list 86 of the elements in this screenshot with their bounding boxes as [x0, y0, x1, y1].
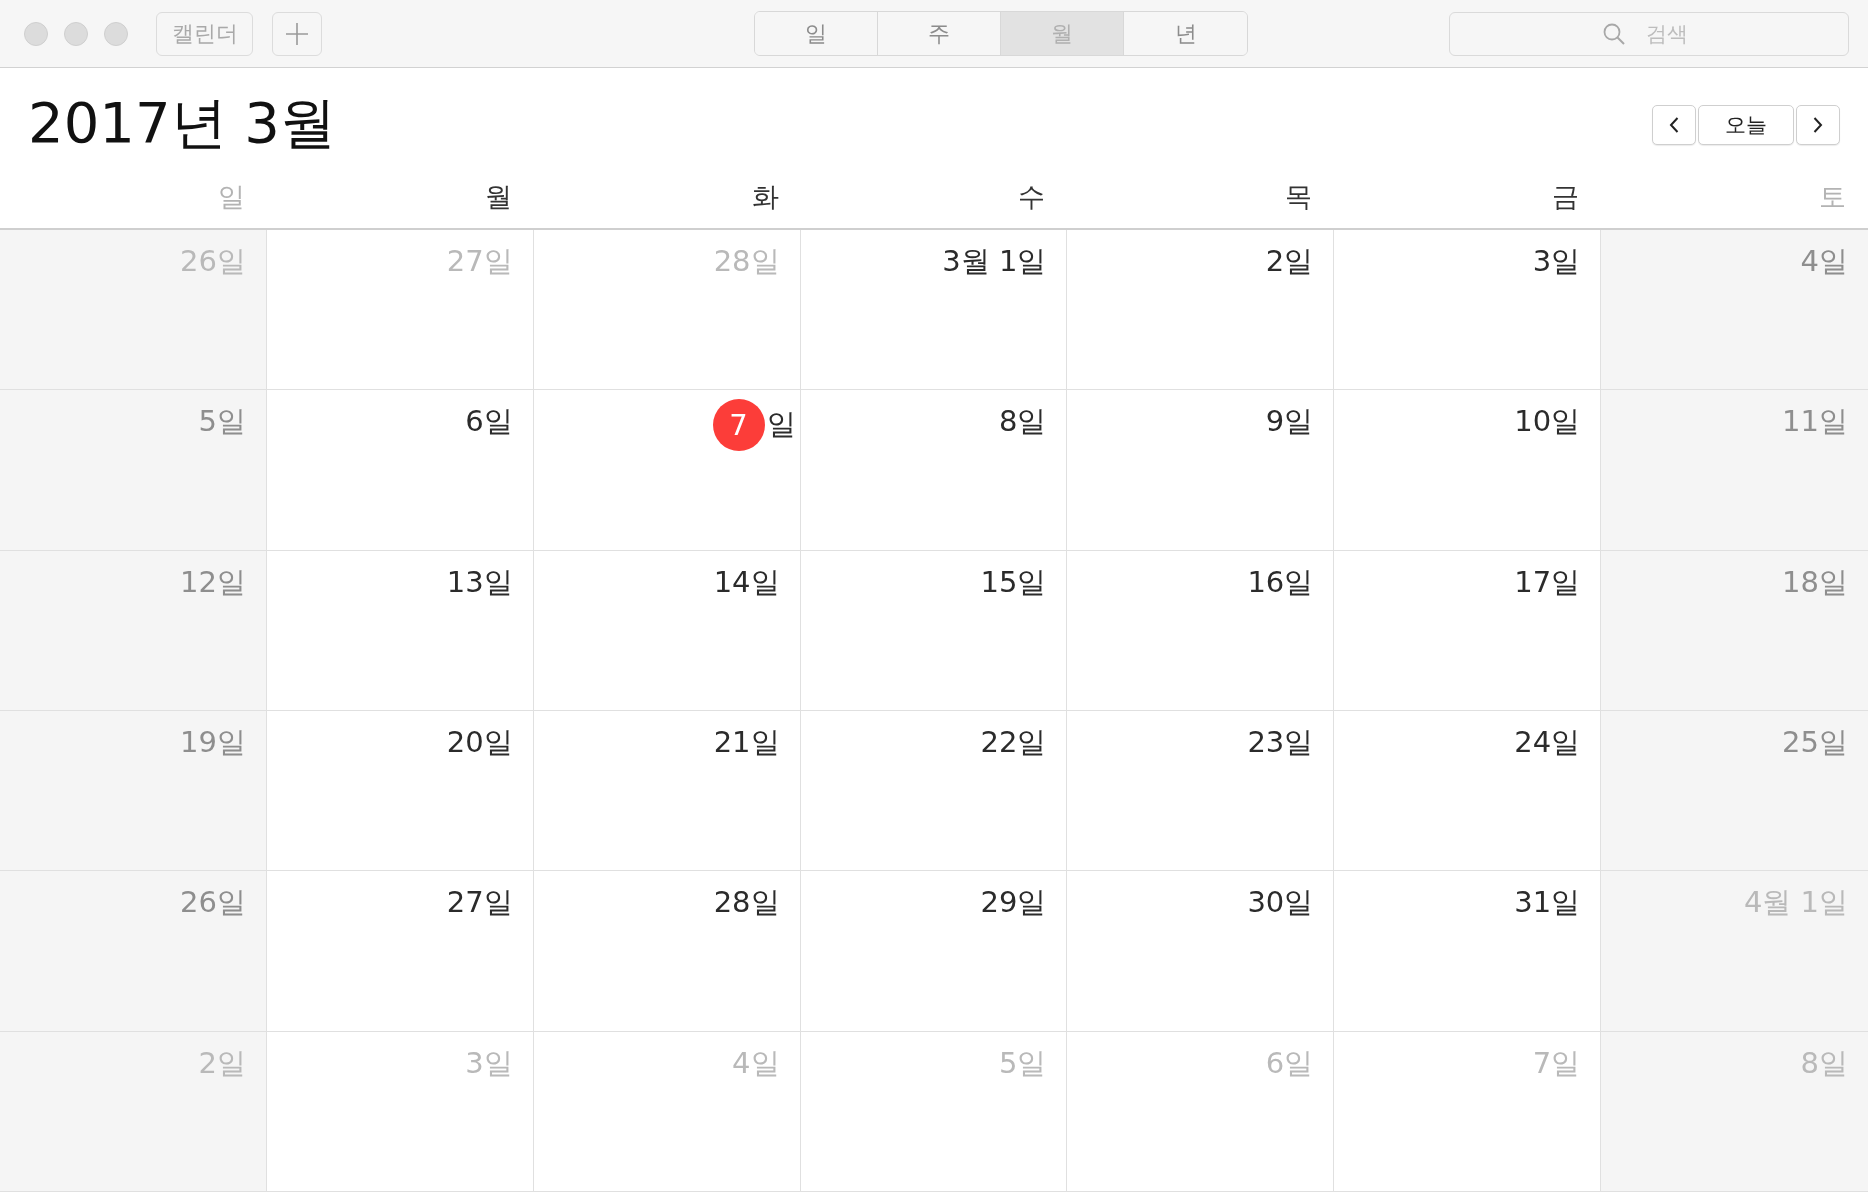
day-cell[interactable]: 22일 [800, 711, 1068, 872]
day-cell[interactable]: 17일 [1334, 550, 1602, 711]
day-number: 28일 [713, 243, 780, 280]
day-cell[interactable]: 29일 [800, 871, 1068, 1032]
chevron-left-icon [1669, 117, 1679, 133]
window-control-button[interactable] [104, 21, 128, 46]
day-number: 5일 [198, 403, 246, 441]
day-number: 19일 [179, 724, 246, 761]
day-number: 31일 [1514, 884, 1581, 922]
day-number: 29일 [980, 884, 1047, 922]
day-number: 2일 [198, 1044, 246, 1082]
day-number: 4일 [732, 1044, 780, 1082]
day-cell[interactable]: 23일 [1067, 711, 1335, 872]
weekday-label: 월 [484, 180, 512, 214]
day-number: 27일 [446, 243, 513, 280]
day-cell[interactable]: 27일 [266, 871, 534, 1032]
day-cell[interactable]: 28일 [533, 871, 801, 1032]
weekday-label: 일 [217, 180, 245, 214]
add-button[interactable] [272, 11, 322, 56]
day-number: 6일 [465, 403, 513, 441]
day-number: 10일 [1514, 403, 1581, 441]
day-number: 15일 [980, 563, 1047, 601]
day-number: 3일 [465, 1044, 513, 1082]
day-number: 9일 [1265, 403, 1314, 441]
day-number: 5일 [998, 1044, 1047, 1082]
day-number: 4월 1일 [1743, 884, 1848, 922]
day-cell[interactable]: 31일 [1334, 871, 1602, 1032]
day-cell[interactable]: 15일 [800, 550, 1068, 711]
day-cell[interactable]: 14일 [533, 550, 801, 711]
day-number: 3월 1일 [942, 243, 1047, 280]
weekday-label: 토 [1819, 180, 1846, 214]
day-cell[interactable]: 9일 [1067, 390, 1335, 551]
day-cell[interactable]: 3일 [1334, 230, 1602, 391]
day-cell[interactable]: 7 일 [533, 390, 801, 551]
search-field[interactable]: 검색 [1449, 11, 1849, 56]
day-number: 16일 [1247, 563, 1314, 601]
day-number: 11일 [1782, 403, 1848, 441]
day-number: 17일 [1514, 563, 1581, 601]
day-number: 7일 [1532, 1044, 1581, 1082]
today-button[interactable]: 오늘 [1698, 105, 1794, 145]
previous-button[interactable] [1652, 105, 1696, 145]
day-cell[interactable]: 21일 [533, 711, 801, 872]
day-number: 일 [766, 406, 796, 444]
day-number: 13일 [446, 563, 513, 601]
day-number: 25일 [1782, 724, 1848, 761]
day-number: 26일 [179, 243, 246, 280]
search-icon [1603, 22, 1625, 45]
window-control-button[interactable] [24, 21, 48, 46]
day-number: 27일 [446, 884, 513, 922]
day-number: 6일 [1265, 1044, 1314, 1082]
chevron-right-icon [1813, 117, 1823, 133]
day-cell[interactable]: 10일 [1334, 390, 1602, 551]
day-number: 14일 [713, 563, 780, 601]
day-cell[interactable]: 13일 [266, 550, 534, 711]
day-number: 8일 [1800, 1044, 1848, 1082]
day-cell[interactable]: 20일 [266, 711, 534, 872]
day-number: 8일 [998, 403, 1047, 441]
day-number: 30일 [1247, 884, 1314, 922]
weekday-label: 수 [1018, 180, 1046, 214]
day-number: 24일 [1514, 724, 1581, 761]
day-number: 3일 [1532, 243, 1581, 280]
day-cell[interactable]: 6일 [266, 390, 534, 551]
day-number: 23일 [1247, 724, 1314, 761]
day-number: 2일 [1265, 243, 1314, 280]
day-cell[interactable]: 24일 [1334, 711, 1602, 872]
window-control-button[interactable] [64, 21, 88, 46]
month-title: 2017년 3월 [28, 92, 336, 154]
day-cell[interactable]: 3월 1일 [800, 230, 1068, 391]
day-number: 22일 [980, 724, 1047, 761]
day-number: 18일 [1782, 563, 1848, 601]
plus-icon [286, 22, 308, 45]
day-number: 21일 [713, 724, 780, 761]
weekday-label: 금 [1552, 180, 1580, 214]
next-button[interactable] [1796, 105, 1840, 145]
day-cell[interactable]: 8일 [800, 390, 1068, 551]
day-number: 26일 [179, 884, 246, 922]
day-number: 4일 [1800, 243, 1848, 280]
day-number: 20일 [446, 724, 513, 761]
weekday-label: 화 [751, 180, 779, 214]
day-cell[interactable]: 2일 [1067, 230, 1335, 391]
day-number: 12일 [179, 563, 246, 601]
today-marker: 7 [712, 399, 765, 452]
day-cell[interactable]: 16일 [1067, 550, 1335, 711]
day-cell[interactable]: 30일 [1067, 871, 1335, 1032]
weekday-label: 목 [1285, 180, 1313, 214]
day-number: 28일 [713, 884, 780, 922]
